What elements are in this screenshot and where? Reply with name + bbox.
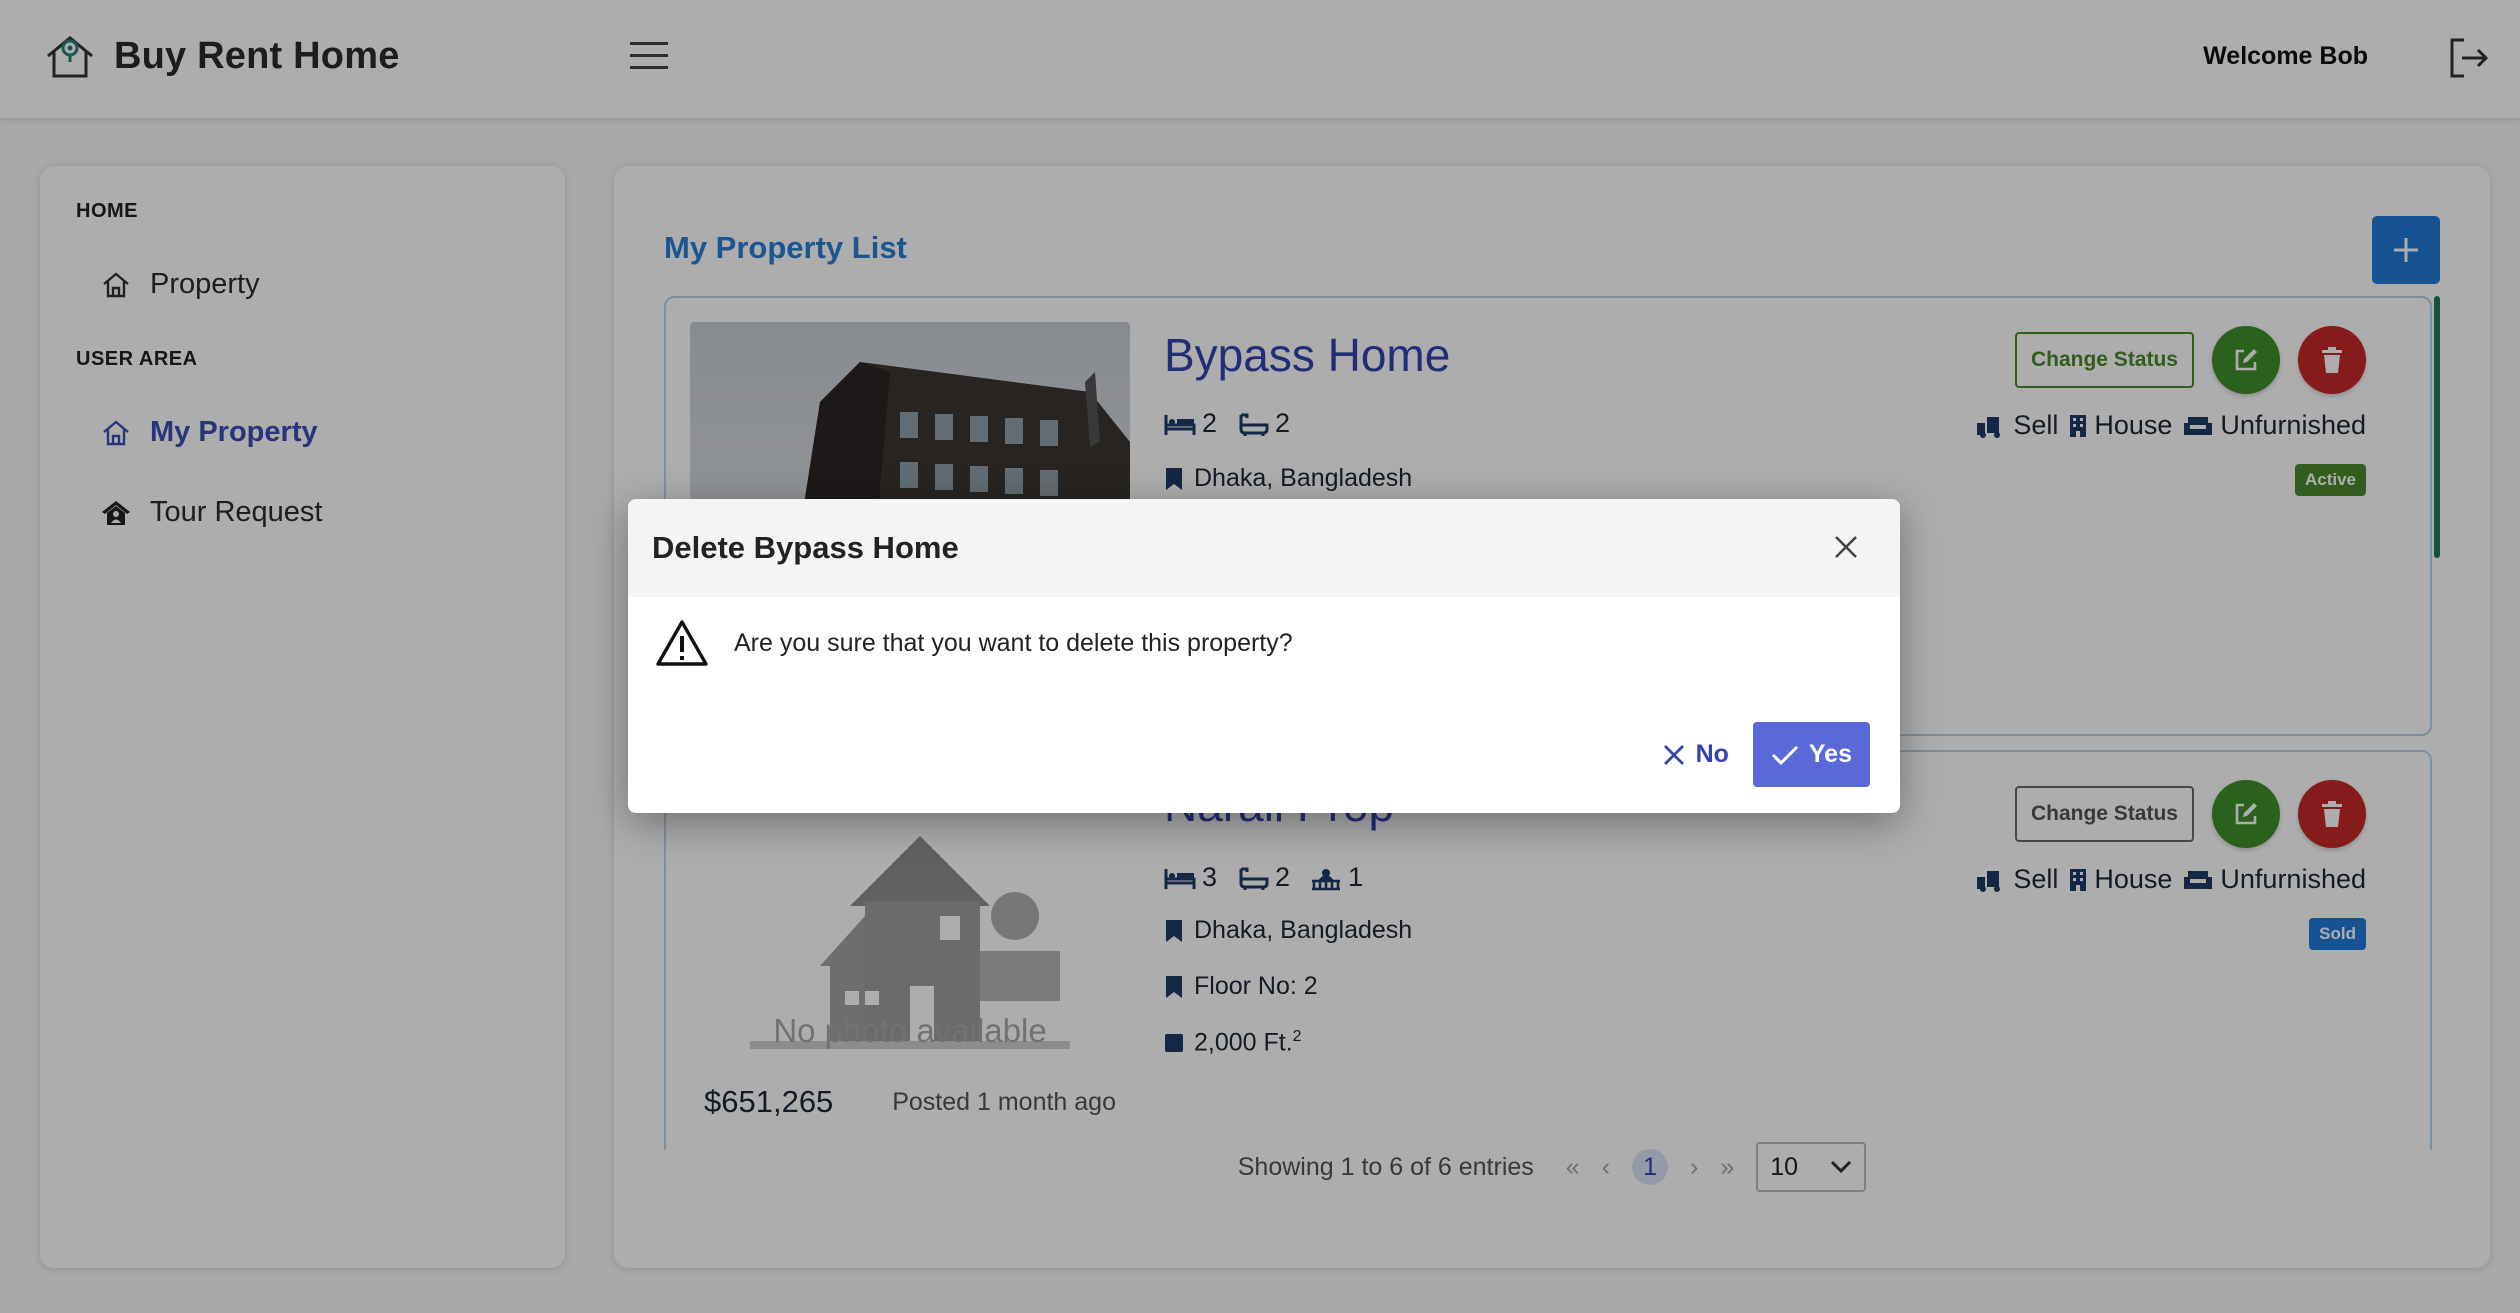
no-button-label: No <box>1695 740 1729 768</box>
dialog-body: Are you sure that you want to delete thi… <box>628 597 1900 689</box>
yes-button-label: Yes <box>1808 740 1852 768</box>
close-icon[interactable] <box>1830 531 1862 563</box>
no-button[interactable]: No <box>1656 726 1735 783</box>
dialog-header: Delete Bypass Home <box>628 499 1900 597</box>
yes-button[interactable]: Yes <box>1752 722 1870 787</box>
dialog-title: Delete Bypass Home <box>652 530 959 565</box>
dialog-message: Are you sure that you want to delete thi… <box>734 628 1293 657</box>
delete-confirm-dialog: Delete Bypass Home Are you sure that you… <box>628 499 1900 813</box>
check-icon <box>1771 745 1798 765</box>
warning-icon <box>656 620 708 666</box>
dialog-footer: No Yes <box>1656 722 1870 787</box>
close-icon <box>1663 744 1684 765</box>
